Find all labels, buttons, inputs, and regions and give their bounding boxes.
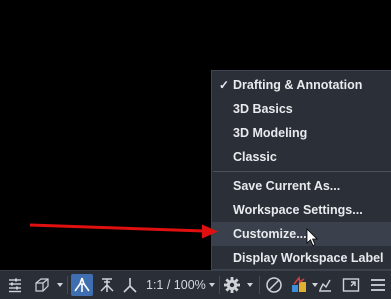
menu-item-label: Drafting & Annotation <box>233 78 363 92</box>
workspace-menu: ✓ Drafting & Annotation 3D Basics 3D Mod… <box>211 70 391 270</box>
menu-item-workspace-settings[interactable]: Workspace Settings... <box>212 198 391 222</box>
menu-item-classic[interactable]: Classic <box>212 145 391 169</box>
menu-item-save-current-as[interactable]: Save Current As... <box>212 174 391 198</box>
annotation-scale-value: 1:1 / 100% <box>146 278 206 292</box>
menu-item-customize[interactable]: Customize... <box>212 222 391 246</box>
status-bar: 1:1 / 100% <box>0 270 391 299</box>
menu-item-label: 3D Basics <box>233 102 293 116</box>
graphics-performance-icon[interactable] <box>315 274 335 296</box>
divider <box>67 276 68 294</box>
menu-item-display-workspace-label[interactable]: Display Workspace Label <box>212 246 391 270</box>
annotation-scale-icon[interactable] <box>119 274 141 296</box>
workspace-gear-icon[interactable] <box>221 274 243 296</box>
gear-dropdown-chevron-down-icon[interactable] <box>245 274 255 296</box>
auto-scale-icon[interactable] <box>96 274 118 296</box>
clean-screen-icon[interactable] <box>340 274 362 296</box>
menu-icon[interactable] <box>367 274 389 296</box>
menu-separator <box>213 171 391 172</box>
divider <box>219 276 220 294</box>
menu-item-label: Classic <box>233 150 277 164</box>
annotation-scale-dropdown[interactable]: 1:1 / 100% <box>146 274 208 296</box>
isometric-dropdown-chevron-down-icon[interactable] <box>55 274 65 296</box>
annotation-visibility-icon[interactable] <box>71 274 93 296</box>
scale-dropdown-chevron-down-icon[interactable] <box>207 274 217 296</box>
isolate-objects-icon[interactable] <box>263 274 285 296</box>
divider <box>259 276 260 294</box>
isometric-drafting-icon[interactable] <box>30 274 54 296</box>
hardware-acceleration-icon[interactable] <box>288 274 310 296</box>
menu-item-label: Customize... <box>233 227 307 241</box>
menu-item-label: Save Current As... <box>233 179 341 193</box>
menu-item-3d-basics[interactable]: 3D Basics <box>212 97 391 121</box>
customization-icon[interactable] <box>4 274 26 296</box>
menu-item-label: Display Workspace Label <box>233 251 384 265</box>
menu-item-label: 3D Modeling <box>233 126 308 140</box>
checkmark-icon: ✓ <box>219 78 230 92</box>
menu-item-drafting-annotation[interactable]: ✓ Drafting & Annotation <box>212 73 391 97</box>
menu-item-label: Workspace Settings... <box>233 203 363 217</box>
menu-item-3d-modeling[interactable]: 3D Modeling <box>212 121 391 145</box>
